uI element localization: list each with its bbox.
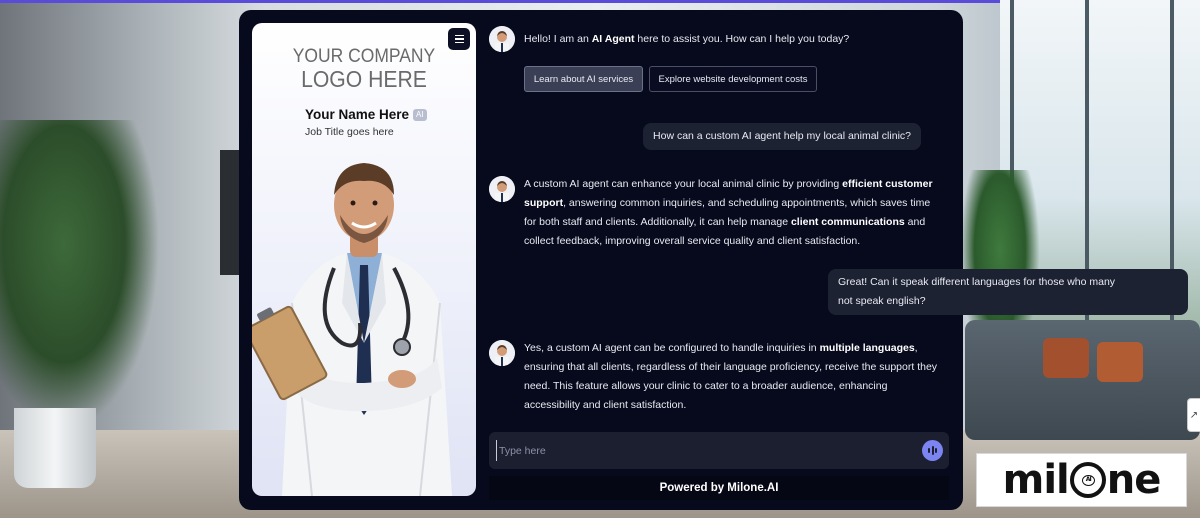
user-message: Great! Can it speak different languages … [828,269,1188,315]
chat-widget: YOUR COMPANY LOGO HERE Your Name Here AI… [239,10,1188,510]
background-tv [220,150,240,275]
chat-thread: Hello! I am an AI Agent here to assist y… [489,10,1188,430]
brain-icon: AI [1069,462,1106,498]
logo-line-1: YOUR COMPANY [292,46,436,67]
bot-message: Hello! I am an AI Agent here to assist y… [524,33,850,45]
background-sofa [965,320,1200,440]
agent-portrait [252,163,452,496]
bot-avatar [489,340,515,366]
quick-reply-ai-services[interactable]: Learn about AI services [524,66,643,92]
user-message: How can a custom AI agent help my local … [643,123,921,150]
logo-line-2: LOGO HERE [301,66,427,92]
ai-badge: AI [413,108,427,121]
background-plant [0,120,160,430]
agent-name-row: Your Name Here AI [305,107,427,122]
quick-reply-website-costs[interactable]: Explore website development costs [649,66,817,92]
edge-tab[interactable]: ↗ [1187,398,1200,432]
voice-button[interactable] [922,440,943,461]
audio-wave-icon [928,448,930,453]
message-input[interactable] [496,440,906,461]
bot-avatar [489,26,515,52]
message-composer [489,432,949,469]
bot-message: Yes, a custom AI agent can be configured… [524,342,938,411]
powered-by: Powered by Milone.AI [489,476,949,500]
profile-card: YOUR COMPANY LOGO HERE Your Name Here AI… [252,23,476,496]
hamburger-icon [454,34,464,37]
agent-job-title: Job Title goes here [305,126,394,138]
bot-message: A custom AI agent can enhance your local… [524,178,933,247]
agent-name: Your Name Here [305,107,410,122]
background-plant-pot [14,408,96,488]
company-logo: YOUR COMPANY LOGO HERE [261,46,467,92]
milone-logo: mil AI ne [976,453,1187,507]
bot-avatar [489,176,515,202]
